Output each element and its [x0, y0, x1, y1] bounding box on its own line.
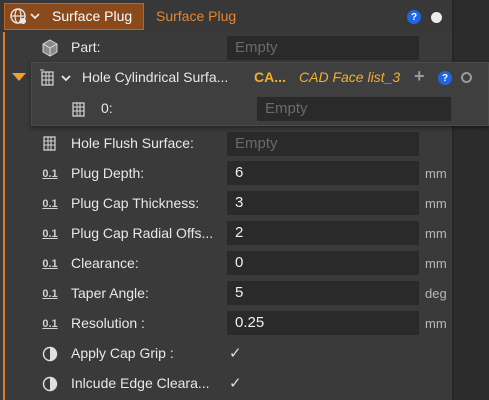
- resolution-unit: mm: [425, 316, 447, 331]
- plug-depth-input[interactable]: 6: [227, 161, 419, 185]
- panel-subtitle: Surface Plug: [156, 8, 237, 24]
- part-field[interactable]: Empty: [227, 36, 419, 60]
- ring-icon[interactable]: [461, 72, 472, 83]
- item-field[interactable]: Empty: [257, 97, 451, 121]
- chevron-down-icon[interactable]: [59, 70, 73, 86]
- row-hole-flush: Hole Flush Surface: Empty: [0, 128, 452, 158]
- taper-angle-unit: deg: [425, 286, 447, 301]
- numeric-icon: 0.1: [42, 318, 58, 330]
- chevron-down-icon[interactable]: [28, 7, 42, 25]
- cap-thickness-label: Plug Cap Thickness:: [71, 195, 200, 211]
- face-grid-icon: [38, 68, 58, 88]
- half-circle-icon: [40, 344, 60, 364]
- half-circle-icon: [40, 374, 60, 394]
- row-part: Part: Empty: [0, 33, 452, 63]
- panel-header: Surface Plug Surface Plug ?: [0, 0, 452, 32]
- cad-face-list-value[interactable]: CAD Face list_3: [299, 69, 400, 85]
- row-edge-clearance: Inlcude Edge Cleara... ✓: [0, 368, 452, 398]
- face-grid-icon: [69, 99, 89, 119]
- clearance-input[interactable]: 0: [227, 251, 419, 275]
- panel-title: Surface Plug: [52, 8, 133, 24]
- cap-thickness-input[interactable]: 3: [227, 191, 419, 215]
- cap-grip-checkbox[interactable]: ✓: [229, 344, 242, 362]
- edge-clearance-checkbox[interactable]: ✓: [229, 374, 242, 392]
- cap-grip-label: Apply Cap Grip :: [71, 345, 174, 361]
- taper-angle-input[interactable]: 5: [227, 281, 419, 305]
- numeric-icon: 0.1: [42, 288, 58, 300]
- panel-border: [452, 0, 454, 400]
- numeric-icon: 0.1: [42, 258, 58, 270]
- face-grid-icon: [40, 133, 60, 153]
- hole-cylindrical-label: Hole Cylindrical Surfa...: [82, 69, 229, 85]
- cap-thickness-unit: mm: [425, 196, 447, 211]
- hole-flush-label: Hole Flush Surface:: [71, 135, 194, 151]
- outside-area: [454, 0, 489, 400]
- resolution-label: Resolution :: [71, 315, 145, 331]
- clearance-label: Clearance:: [71, 255, 139, 271]
- cad-type-short: CA...: [254, 69, 286, 85]
- numeric-icon: 0.1: [42, 168, 58, 180]
- row-cap-thickness: 0.1 Plug Cap Thickness: 3 mm: [0, 188, 452, 218]
- hole-flush-field[interactable]: Empty: [227, 132, 419, 156]
- status-dot-icon[interactable]: [431, 12, 442, 23]
- item-index-label: 0:: [101, 100, 113, 116]
- add-icon[interactable]: +: [414, 66, 425, 87]
- cap-radial-input[interactable]: 2: [227, 221, 419, 245]
- numeric-icon: 0.1: [42, 228, 58, 240]
- row-hole-cylindrical-item: 0: Empty: [0, 94, 489, 124]
- globe-icon: [8, 6, 28, 26]
- taper-angle-label: Taper Angle:: [71, 285, 149, 301]
- plug-depth-unit: mm: [425, 166, 447, 181]
- row-clearance: 0.1 Clearance: 0 mm: [0, 248, 452, 278]
- numeric-icon: 0.1: [42, 198, 58, 210]
- edge-clearance-label: Inlcude Edge Cleara...: [71, 375, 210, 391]
- cap-radial-unit: mm: [425, 226, 447, 241]
- resolution-input[interactable]: 0.25: [227, 311, 419, 335]
- row-resolution: 0.1 Resolution : 0.25 mm: [0, 308, 452, 338]
- row-cap-grip: Apply Cap Grip : ✓: [0, 338, 452, 368]
- cube-icon: [40, 38, 60, 58]
- help-icon[interactable]: ?: [407, 10, 421, 24]
- row-hole-cylindrical: Hole Cylindrical Surfa... CA... CAD Face…: [0, 63, 489, 93]
- cap-radial-label: Plug Cap Radial Offs...: [71, 225, 214, 241]
- row-plug-depth: 0.1 Plug Depth: 6 mm: [0, 158, 452, 188]
- row-taper-angle: 0.1 Taper Angle: 5 deg: [0, 278, 452, 308]
- clearance-unit: mm: [425, 256, 447, 271]
- row-cap-radial: 0.1 Plug Cap Radial Offs... 2 mm: [0, 218, 452, 248]
- part-label: Part:: [71, 39, 101, 55]
- help-icon[interactable]: ?: [438, 71, 452, 85]
- plug-depth-label: Plug Depth:: [71, 165, 145, 181]
